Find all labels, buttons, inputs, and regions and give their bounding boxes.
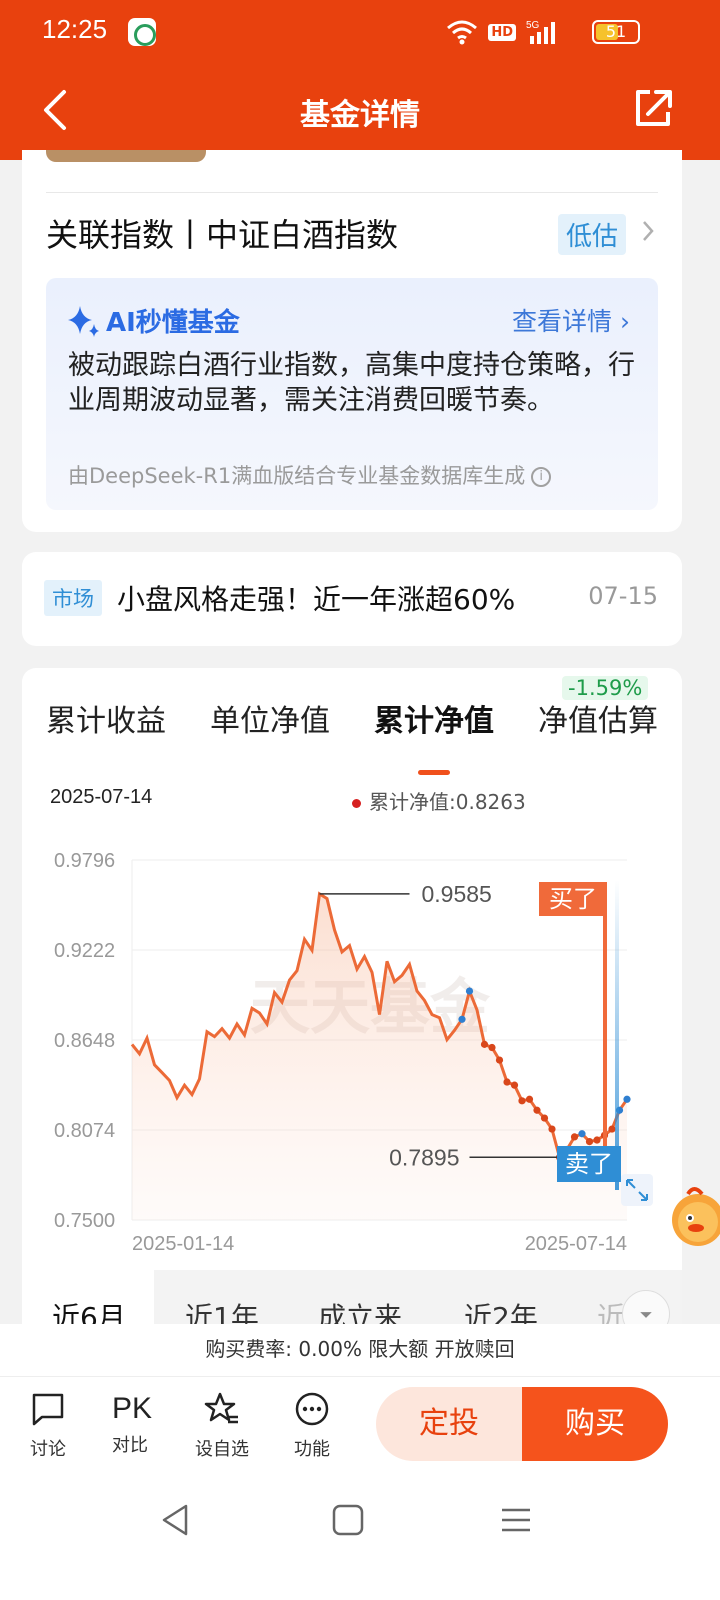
wifi-icon [447,20,478,45]
nav-back-icon[interactable] [156,1500,196,1540]
comment-icon [32,1393,64,1426]
ai-summary-box: AI秒懂基金 查看详情 › 被动跟踪白酒行业指数，高集中度持仓策略，行业周期波动… [46,278,658,510]
x-tick-label: 2025-01-14 [132,1233,234,1255]
estimate-change-badge: -1.59% [562,676,649,700]
hd-badge: HD [488,23,516,41]
info-icon[interactable]: i [531,467,552,487]
bottom-action-bar: 讨论 PK 对比 设自选 功能 定投 购买 [0,1376,720,1470]
related-index-row[interactable]: 关联指数丨中证白酒指数 低估 [46,210,658,255]
sell-marker-line [615,880,619,1190]
transaction-dot [495,1056,504,1064]
x-tick-label: 2025-07-14 [525,1233,627,1255]
nav-chart[interactable]: 0.9796 0.9222 0.8648 0.8074 0.7500 2025-01-14… [22,828,682,1258]
tab-unit-nav[interactable]: 单位净值 [210,696,330,740]
pk-icon: PK [112,1392,153,1425]
chart-area-fill [132,893,627,1220]
ai-title: AI秒懂基金 [106,308,240,338]
transaction-dot [503,1078,511,1086]
range-6m[interactable]: 近6月 [52,1296,126,1326]
ai-details-link[interactable]: 查看详情 › [512,302,630,338]
fee-info: 购买费率: 0.00% 限大额 开放赎回 [0,1324,720,1376]
valuation-tag: 低估 [557,214,626,255]
y-tick-label: 0.8648 [54,1030,115,1052]
sip-button[interactable]: 定投 [376,1387,522,1461]
y-tick-label: 0.8074 [54,1120,115,1142]
expand-icon[interactable] [621,1174,653,1206]
signal-icon: 5G [526,20,555,44]
scrolled-content-peek [46,150,206,162]
ai-summary-text: 被动跟踪白酒行业指数，高集中度持仓策略，行业周期波动显著，需关注消费回暖节奏。 [68,350,635,416]
transaction-dot [510,1081,519,1089]
related-index-label: 关联指数丨中证白酒指数 [46,216,399,254]
transaction-dot [570,1133,579,1141]
app-notification-icon [128,18,156,46]
range-since-inception[interactable]: 成立来 [318,1296,402,1326]
page-title: 基金详情 [300,98,420,133]
index-card: 关联指数丨中证白酒指数 低估 AI秒懂基金 查看详情 › 被动跟踪白酒行业指数，… [22,150,682,532]
tab-active-indicator [418,770,450,775]
more-icon [295,1392,329,1426]
chevron-right-icon [643,221,654,241]
chart-card: 累计收益 单位净值 累计净值 净值估算 -1.59% 2025-07-14 累计… [22,668,682,1328]
y-tick-label: 0.9222 [54,940,115,962]
range-selector: 近6月 近1年 成立来 近2年 近 [22,1270,682,1326]
transaction-dot [480,1040,489,1048]
legend-value: 累计净值:0.8263 [352,786,526,815]
transaction-dot [465,987,474,995]
tab-cumulative-return[interactable]: 累计收益 [46,696,166,740]
status-icons: HD 5G [446,18,560,46]
buy-button[interactable]: 购买 [522,1387,668,1461]
share-icon[interactable] [632,86,674,130]
news-tag: 市场 [44,580,102,616]
svg-text:5G: 5G [526,20,540,31]
transaction-dot [533,1106,541,1114]
nav-menu-icon[interactable] [496,1500,536,1540]
star-list-icon [204,1392,238,1424]
expand-icon-bg [621,1174,653,1206]
min-value-label: 0.7895 [389,1144,459,1170]
compare-button[interactable]: PK 对比 [100,1391,160,1457]
range-1y[interactable]: 近1年 [185,1296,259,1326]
sell-marker-label: 卖了 [565,1150,613,1178]
battery-indicator: 51 [592,20,640,44]
tab-nav-estimate[interactable]: 净值估算 [538,696,658,740]
nav-home-icon[interactable] [328,1500,368,1540]
transaction-dot [518,1097,526,1105]
range-2y[interactable]: 近2年 [464,1296,538,1326]
transaction-dot [548,1125,556,1133]
transaction-dot [488,1043,496,1052]
status-time: 12:25 [42,14,108,44]
news-headline[interactable]: 小盘风格走强！近一年涨超60% [117,578,515,618]
buy-marker-line [603,882,607,1170]
ai-footer: 由DeepSeek-R1满血版结合专业基金数据库生成 i [68,460,552,490]
more-functions-button[interactable]: 功能 [282,1391,342,1461]
transaction-dot [608,1125,616,1133]
system-nav-bar [0,1470,720,1600]
news-date: 07-15 [588,582,658,610]
mascot-icon[interactable] [664,1182,720,1250]
discuss-button[interactable]: 讨论 [18,1391,78,1461]
legend-date: 2025-07-14 [50,786,153,808]
news-card[interactable]: 市场 小盘风格走强！近一年涨超60% 07-15 [22,552,682,646]
buy-marker-label: 买了 [549,885,597,913]
transaction-dot [623,1095,631,1103]
y-tick-label: 0.9796 [54,850,115,872]
transaction-dot [593,1136,601,1144]
transaction-dot [578,1130,586,1138]
add-watchlist-button[interactable]: 设自选 [192,1391,252,1461]
transaction-dot [585,1138,594,1146]
transaction-dot [540,1114,549,1122]
sparkle-icon [68,306,99,337]
y-tick-label: 0.7500 [54,1210,115,1232]
transaction-dot [525,1095,534,1103]
chart-tabs: 累计收益 单位净值 累计净值 净值估算 -1.59% [22,676,682,775]
range-more[interactable]: 近 [597,1296,625,1326]
transaction-dot [458,1015,466,1023]
top-app-bar: 12:25 HD 5G 51 基金详情 [0,0,720,160]
tab-cumulative-nav[interactable]: 累计净值 [374,696,494,740]
max-value-label: 0.9585 [422,881,492,907]
